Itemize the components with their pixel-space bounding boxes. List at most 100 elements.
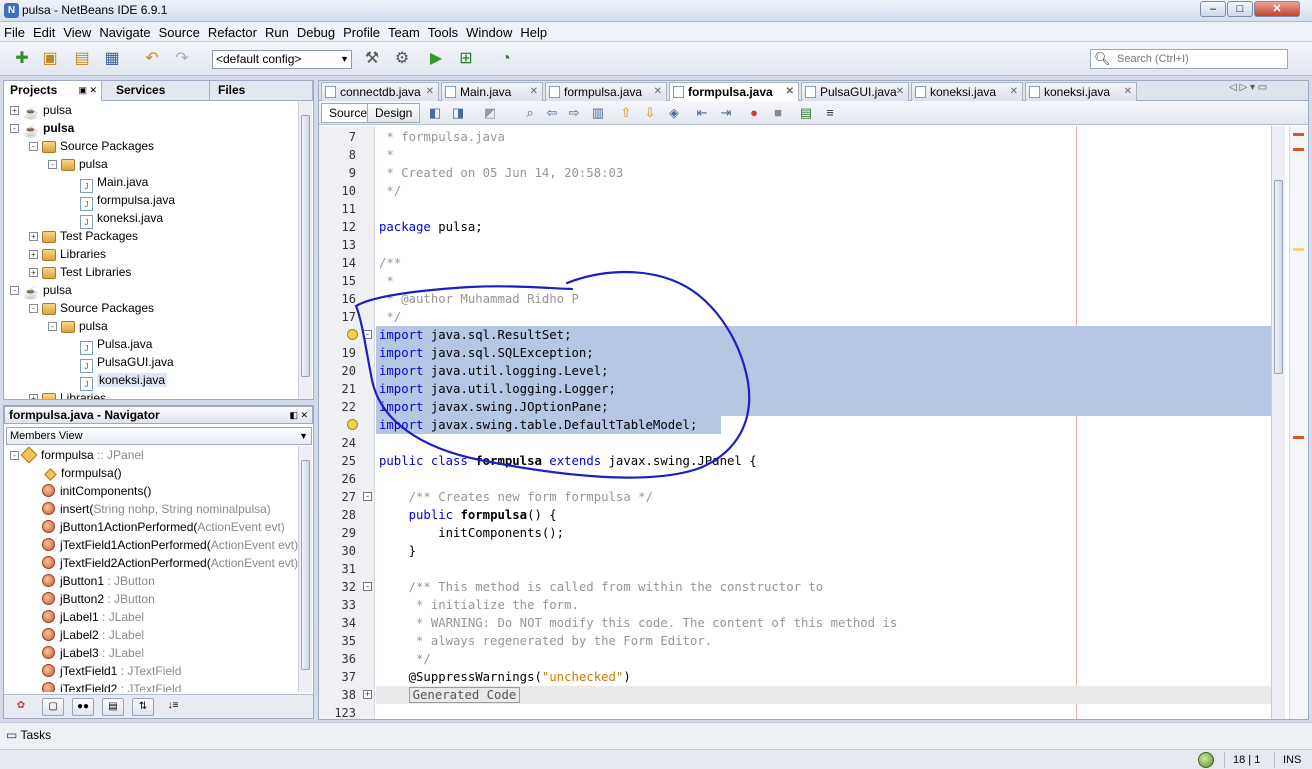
editor-tab[interactable]: formpulsa.java ✕ (545, 82, 667, 101)
toggle-bookmark-icon[interactable]: ◈ (665, 104, 683, 122)
tab-scroll-icon[interactable]: ◁ ▷ ▾ ▭ (1229, 82, 1267, 93)
tree-node[interactable]: - pulsa (48, 155, 108, 173)
close-tab-icon[interactable]: ✕ (896, 83, 904, 101)
menu-profile[interactable]: Profile (339, 22, 384, 41)
minimize-button[interactable]: – (1200, 1, 1226, 17)
expand-toggle-icon[interactable]: + (29, 250, 38, 259)
tree-node[interactable]: J Pulsa.java (67, 335, 152, 355)
editor-tab[interactable]: formpulsa.java ✕ (669, 82, 799, 102)
back-icon[interactable]: ◨ (449, 104, 467, 122)
code-line[interactable]: Generated Code (379, 686, 521, 704)
tree-node[interactable]: Jkoneksi.java (67, 209, 163, 229)
record-macro-icon[interactable]: ● (745, 104, 763, 122)
menu-help[interactable]: Help (516, 22, 551, 41)
navigator-scrollbar[interactable] (298, 446, 312, 692)
code-line[interactable]: @SuppressWarnings("unchecked") (379, 668, 631, 686)
code-line[interactable]: */ (379, 308, 401, 326)
projects-scrollbar[interactable] (298, 101, 312, 399)
code-line[interactable]: public class formpulsa extends javax.swi… (379, 452, 757, 470)
undo-icon[interactable]: ↶ (140, 48, 164, 70)
code-line[interactable]: * @author Muhammad Ridho P (379, 290, 579, 308)
navigator-item[interactable]: insert(String nohp, String nominalpulsa) (42, 500, 271, 518)
expand-toggle-icon[interactable]: + (29, 232, 38, 241)
menu-source[interactable]: Source (155, 22, 204, 41)
code-line[interactable]: * (379, 146, 393, 164)
expand-toggle-icon[interactable]: + (29, 268, 38, 277)
maximize-button[interactable]: □ (1227, 1, 1253, 17)
navigator-item[interactable]: jLabel2 : JLabel (42, 626, 144, 644)
warning-marker[interactable] (1293, 248, 1304, 251)
tab-services[interactable]: Services (110, 81, 210, 101)
redo-icon[interactable]: ↷ (170, 48, 194, 70)
code-line[interactable]: * (379, 272, 393, 290)
tree-node[interactable]: J PulsaGUI.java (67, 353, 174, 373)
editor-tab[interactable]: koneksi.java ✕ (911, 82, 1023, 101)
error-marker[interactable] (1293, 133, 1304, 136)
find-next-icon[interactable]: ⇨ (565, 104, 583, 122)
tree-node[interactable]: + Libraries (29, 245, 106, 263)
code-line[interactable]: * formpulsa.java (379, 128, 504, 146)
show-nonpublic-icon[interactable]: ▤ (102, 698, 124, 716)
editor-tab[interactable]: koneksi.java ✕ (1025, 82, 1137, 101)
close-tab-icon[interactable]: ✕ (1124, 83, 1132, 101)
tab-projects[interactable]: Projects ▣ ✕ (4, 81, 102, 101)
code-line[interactable]: import java.sql.ResultSet; (379, 326, 572, 344)
close-tab-icon[interactable]: ✕ (426, 83, 434, 101)
tree-node[interactable]: + Libraries (29, 389, 106, 399)
code-line[interactable]: * Created on 05 Jun 14, 20:58:03 (379, 164, 623, 182)
tree-node[interactable]: Jformpulsa.java (67, 191, 175, 211)
tab-files[interactable]: Files (212, 81, 313, 101)
expand-toggle-icon[interactable]: - (29, 142, 38, 151)
profile-icon[interactable]: ◔ (494, 48, 518, 70)
navigator-item[interactable]: jButton2 : JButton (42, 590, 155, 608)
code-line[interactable]: import java.util.logging.Level; (379, 362, 609, 380)
tab-design[interactable]: Design (367, 103, 421, 123)
navigator-item[interactable]: jTextField2 : JTextField (42, 680, 181, 692)
close-icon[interactable]: ◧ ✕ (289, 407, 308, 423)
code-line[interactable]: import java.util.logging.Logger; (379, 380, 616, 398)
code-line[interactable]: package pulsa; (379, 218, 483, 236)
inherited-members-icon[interactable]: ✿ (10, 698, 32, 716)
notification-icon[interactable] (1198, 752, 1214, 768)
tree-node[interactable]: J Main.java (67, 173, 148, 193)
members-view-select[interactable]: Members View ▼ (6, 427, 312, 445)
fold-toggle-icon[interactable]: + (363, 690, 372, 699)
tree-node[interactable]: + ☕ pulsa (10, 101, 72, 120)
editor-tab[interactable]: PulsaGUI.java ✕ (801, 82, 909, 101)
code-line[interactable]: /** This method is called from within th… (379, 578, 824, 596)
navigator-item[interactable]: jLabel1 : JLabel (42, 608, 144, 626)
expand-toggle-icon[interactable]: + (10, 106, 19, 115)
fold-toggle-icon[interactable]: - (363, 492, 372, 501)
menu-edit[interactable]: Edit (29, 22, 59, 41)
tasks-button[interactable]: ▭ Tasks (6, 727, 51, 743)
tree-node[interactable]: - Source Packages (29, 137, 154, 155)
build-icon[interactable]: ⚒ (360, 48, 384, 70)
code-line[interactable]: */ (379, 182, 401, 200)
show-static-icon[interactable]: ●● (72, 698, 94, 716)
close-tab-icon[interactable]: ✕ (654, 83, 662, 101)
uncomment-icon[interactable]: ≡ (821, 104, 839, 122)
code-line[interactable]: import javax.swing.JOptionPane; (379, 398, 609, 416)
new-project-icon[interactable]: ▣ (38, 48, 62, 70)
expand-toggle-icon[interactable]: + (29, 394, 38, 399)
code-line[interactable]: initComponents(); (379, 524, 564, 542)
menu-team[interactable]: Team (384, 22, 424, 41)
expand-toggle-icon[interactable]: - (48, 160, 57, 169)
fold-toggle-icon[interactable]: - (363, 330, 372, 339)
error-marker[interactable] (1293, 148, 1304, 151)
run-icon[interactable]: ▶ (424, 48, 448, 70)
forward-icon[interactable]: ◩ (481, 104, 499, 122)
navigator-item[interactable]: jTextField1ActionPerformed(ActionEvent e… (42, 536, 298, 554)
editor-tab[interactable]: Main.java ✕ (441, 82, 543, 101)
code-area[interactable]: * formpulsa.java * * Created on 05 Jun 1… (376, 126, 1271, 719)
code-line[interactable]: */ (379, 650, 431, 668)
open-project-icon[interactable]: ▤ (70, 48, 94, 70)
expand-toggle-icon[interactable]: - (10, 286, 19, 295)
save-all-icon[interactable]: ▦ (100, 48, 124, 70)
expand-toggle-icon[interactable]: - (10, 451, 19, 460)
expand-toggle-icon[interactable]: - (29, 304, 38, 313)
menu-tools[interactable]: Tools (424, 22, 462, 41)
sort-alpha-icon[interactable]: ↓≡ (162, 698, 184, 716)
editor-tab[interactable]: connectdb.java ✕ (321, 82, 439, 101)
expand-toggle-icon[interactable]: - (10, 124, 19, 133)
